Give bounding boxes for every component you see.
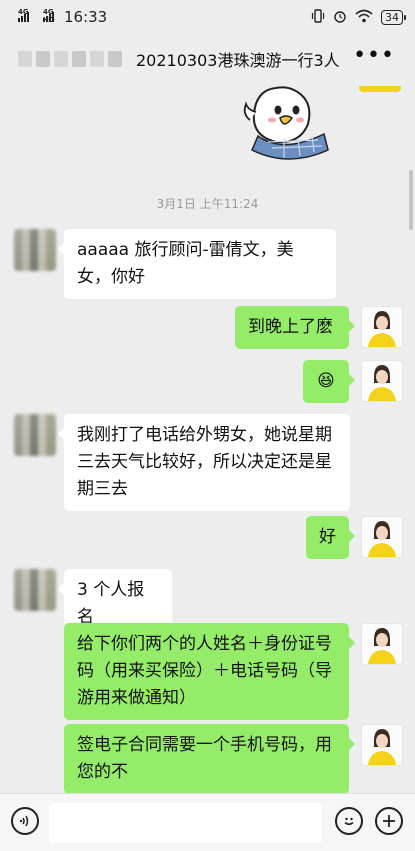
my-avatar[interactable] xyxy=(361,516,403,558)
my-avatar[interactable] xyxy=(361,360,403,402)
message-bubble-incoming[interactable]: aaaaa 旅行顾问-雷倩文，美女，你好 xyxy=(58,229,336,299)
status-bar: 4G 4G HD 16:33 34 xyxy=(0,0,415,34)
sticker-image[interactable] xyxy=(228,80,348,170)
alarm-icon xyxy=(333,9,347,26)
cell-signal-icon-2: 4G HD xyxy=(43,8,55,24)
plus-icon[interactable] xyxy=(375,807,403,835)
message-bubble-outgoing[interactable]: 好 xyxy=(306,516,355,559)
message-bubble-outgoing-emoji[interactable]: 😆 xyxy=(303,360,355,403)
my-avatar[interactable] xyxy=(361,306,403,348)
contact-avatar[interactable] xyxy=(14,569,56,611)
message-bubble-outgoing[interactable]: 签电子合同需要一个手机号码，用您的不 xyxy=(64,724,355,794)
message-input-bar xyxy=(0,793,415,851)
message-bubble-outgoing[interactable]: 到晚上了麽 xyxy=(235,306,355,349)
battery-icon: 34 xyxy=(381,9,406,25)
message-bubble-incoming[interactable]: 我刚打了电话给外甥女，她说星期三去天气比较好，所以决定还是星期三去 xyxy=(58,414,350,511)
emoji-icon[interactable] xyxy=(335,807,363,835)
vibrate-icon xyxy=(311,8,325,26)
message-bubble-outgoing[interactable]: 给下你们两个的人姓名＋身份证号码（用来买保险）＋电话号码（导游用来做通知） xyxy=(64,623,355,720)
cell-signal-icon: 4G xyxy=(18,8,29,22)
blurred-contact-name xyxy=(18,51,122,67)
clock: 16:33 xyxy=(64,8,108,26)
message-timestamp: 3月1日 上午11:24 xyxy=(156,197,259,211)
wifi-icon xyxy=(355,9,373,26)
avatar-peek xyxy=(359,86,401,92)
chat-title: 20210303港珠澳游一行3人 xyxy=(136,51,340,70)
my-avatar[interactable] xyxy=(361,724,403,766)
contact-avatar[interactable] xyxy=(14,229,56,271)
more-dots-icon[interactable]: ••• xyxy=(353,45,395,67)
contact-avatar[interactable] xyxy=(14,414,56,456)
message-input[interactable] xyxy=(49,803,322,843)
chat-header: 20210303港珠澳游一行3人 ••• xyxy=(0,34,415,84)
voice-icon[interactable] xyxy=(11,807,39,835)
my-avatar[interactable] xyxy=(361,623,403,665)
